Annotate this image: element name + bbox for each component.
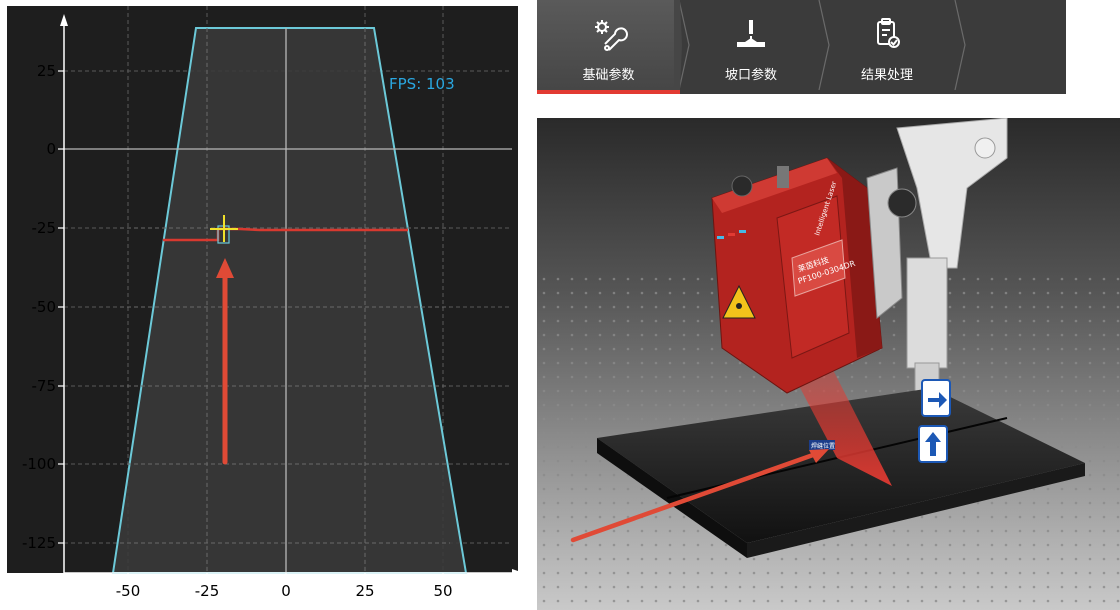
tab-label: 结果处理 — [860, 67, 913, 82]
tab-label: 坡口参数 — [724, 67, 777, 82]
y-tick-label: -50 — [32, 298, 57, 316]
tab-result-processing[interactable]: 结果处理 — [823, 0, 951, 90]
x-tick-label: -50 — [116, 582, 141, 600]
y-tick-label: -100 — [22, 455, 56, 473]
y-tick-label: -125 — [22, 534, 56, 552]
welding-torch-icon — [687, 16, 815, 56]
profile-plot-canvas: 25 0 -25 -50 -75 -100 -125 -50 -25 0 25 … — [7, 6, 524, 600]
x-tick-label: -25 — [195, 582, 220, 600]
gear-wrench-icon — [537, 16, 680, 56]
active-tab-chevron — [674, 0, 682, 90]
x-tick-label: 0 — [281, 582, 291, 600]
tab-label: 基础参数 — [582, 67, 635, 82]
x-tick-label: 25 — [355, 582, 374, 600]
parameter-tab-bar: 基础参数 坡口参数 结果处理 — [537, 0, 1066, 94]
fps-readout: FPS: 103 — [389, 75, 455, 93]
y-tick-label: -25 — [32, 219, 57, 237]
y-tick-label: 0 — [46, 140, 56, 158]
scene-illustration: 莱茵科技 PF100-0304DR Intelligent Laser 焊缝位置 — [537, 118, 1120, 610]
seam-position-label: 焊缝位置 — [811, 442, 835, 450]
clipboard-check-icon — [823, 16, 951, 56]
sensor-3d-scene: 莱茵科技 PF100-0304DR Intelligent Laser 焊缝位置 — [537, 118, 1120, 610]
tab-basic-params[interactable]: 基础参数 — [537, 0, 680, 94]
right-panel: 基础参数 坡口参数 结果处理 莱茵科技 PF100-0304DR Intelli… — [537, 0, 1120, 610]
tab-separator-chevron — [954, 0, 966, 90]
profile-plot: 25 0 -25 -50 -75 -100 -125 -50 -25 0 25 … — [0, 0, 525, 610]
tab-groove-params[interactable]: 坡口参数 — [687, 0, 815, 90]
y-tick-label: 25 — [37, 62, 56, 80]
x-tick-label: 50 — [433, 582, 452, 600]
y-tick-label: -75 — [32, 377, 57, 395]
active-tab-indicator — [537, 90, 680, 94]
